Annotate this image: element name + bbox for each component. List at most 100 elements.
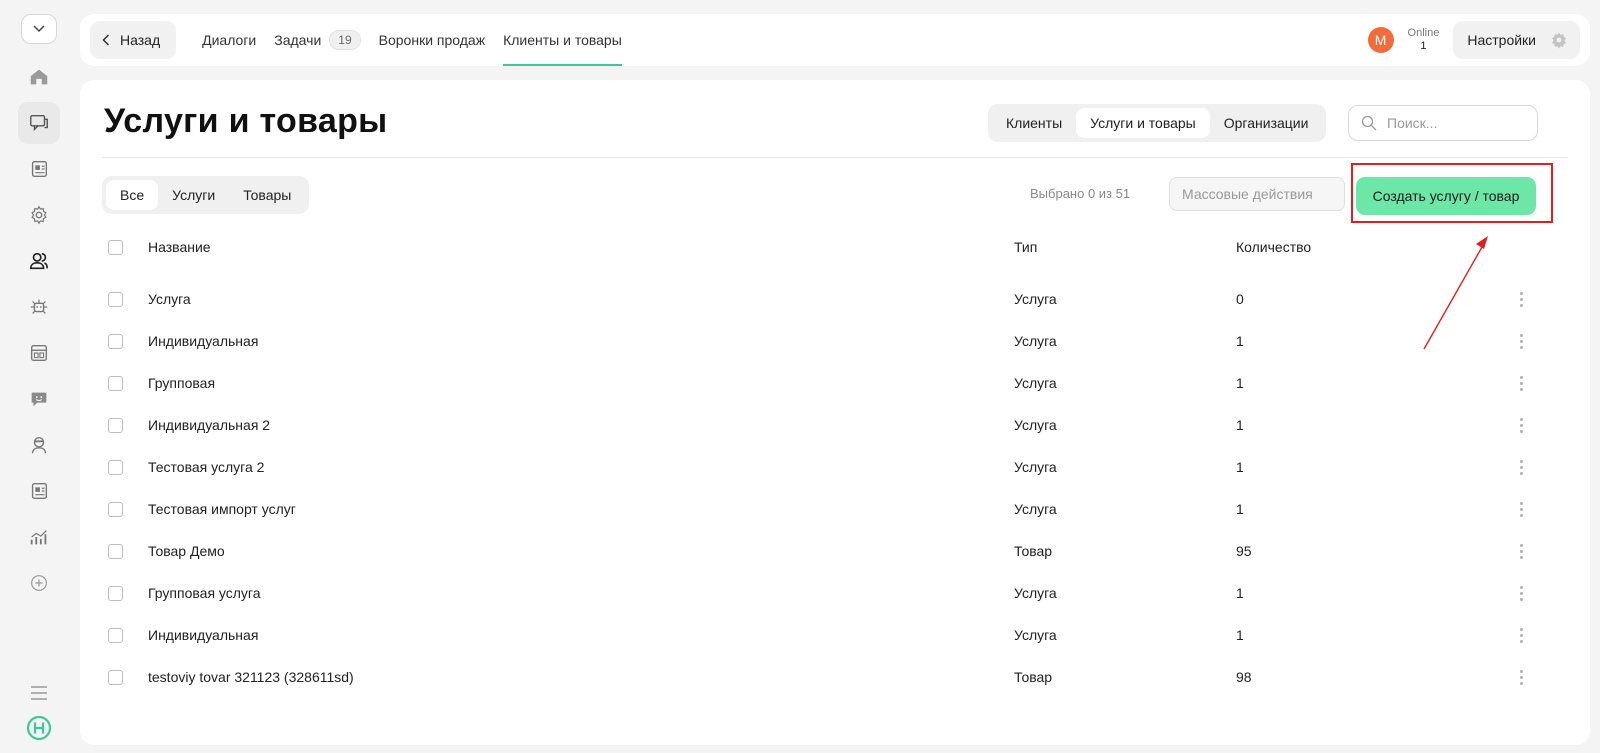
row-checkbox[interactable] — [108, 627, 123, 643]
back-button[interactable]: Назад — [90, 21, 177, 59]
chevron-down-icon — [33, 25, 45, 33]
sidebar-item-news[interactable] — [18, 148, 60, 190]
sidebar-item-settings[interactable] — [18, 194, 60, 236]
analytics-icon — [30, 530, 47, 545]
nav-sales-funnels-label: Воронки продаж — [378, 32, 486, 48]
row-checkbox[interactable] — [108, 501, 123, 517]
table-row[interactable]: Индивидуальная 2 Услуга 1 — [102, 404, 1568, 446]
back-button-label: Назад — [120, 32, 161, 48]
row-name: Групповая услуга — [148, 585, 261, 601]
bot-icon — [30, 299, 48, 314]
sidebar-item-support[interactable] — [18, 378, 60, 420]
section-tabs: Клиенты Услуги и товары Организации — [988, 104, 1327, 142]
row-type: Товар — [1014, 543, 1053, 559]
row-checkbox[interactable] — [108, 585, 123, 601]
row-more-icon[interactable] — [1520, 375, 1524, 391]
top-nav: Диалоги Задачи 19 Воронки продаж Клиенты … — [202, 14, 622, 66]
support-icon — [31, 392, 47, 407]
row-checkbox[interactable] — [108, 417, 123, 433]
row-type: Услуга — [1014, 627, 1057, 643]
menu-icon[interactable] — [29, 685, 49, 701]
tab-services-products[interactable]: Услуги и товары — [1076, 108, 1210, 138]
table-row[interactable]: Тестовая услуга 2 Услуга 1 — [102, 446, 1568, 488]
sidebar-item-clients[interactable] — [18, 240, 60, 282]
table-row[interactable]: Индивидуальная Услуга 1 — [102, 614, 1568, 656]
sidebar-item-dialogs[interactable] — [18, 102, 60, 144]
table-row[interactable]: Товар Демо Товар 95 — [102, 530, 1568, 572]
sidebar-item-news-2[interactable] — [18, 470, 60, 512]
mass-actions-select[interactable]: Массовые действия — [1169, 177, 1345, 211]
table-row[interactable]: Услуга Услуга 0 — [102, 278, 1568, 320]
column-header-type: Тип — [1014, 239, 1038, 255]
table-row[interactable]: testoviy tovar 321123 (328611sd) Товар 98 — [102, 656, 1568, 698]
gear-icon — [1552, 32, 1566, 49]
row-qty: 1 — [1236, 459, 1244, 475]
avatar[interactable]: M — [1367, 27, 1394, 53]
settings-button-label: Настройки — [1467, 32, 1536, 48]
row-more-icon[interactable] — [1520, 585, 1524, 601]
row-more-icon[interactable] — [1520, 669, 1524, 685]
row-checkbox[interactable] — [108, 459, 123, 475]
nav-sales-funnels[interactable]: Воронки продаж — [379, 14, 485, 66]
row-more-icon[interactable] — [1520, 459, 1524, 475]
row-type: Услуга — [1014, 585, 1057, 601]
tab-clients[interactable]: Клиенты — [992, 108, 1076, 138]
row-more-icon[interactable] — [1520, 291, 1524, 307]
sidebar-item-bots[interactable] — [18, 286, 60, 328]
table-row[interactable]: Индивидуальная Услуга 1 — [102, 320, 1568, 362]
brand-logo-icon[interactable] — [26, 715, 52, 741]
table-row[interactable]: Групповая услуга Услуга 1 — [102, 572, 1568, 614]
table-row[interactable]: Тестовая импорт услуг Услуга 1 — [102, 488, 1568, 530]
search-box[interactable] — [1348, 105, 1538, 141]
row-checkbox[interactable] — [108, 669, 123, 685]
row-qty: 0 — [1236, 291, 1244, 307]
nav-clients-products[interactable]: Клиенты и товары — [503, 14, 622, 66]
filter-products[interactable]: Товары — [229, 180, 305, 210]
row-name: Индивидуальная — [148, 333, 259, 349]
row-qty: 1 — [1236, 627, 1244, 643]
row-type: Услуга — [1014, 291, 1057, 307]
filter-all[interactable]: Все — [106, 180, 159, 210]
sidebar-collapse-button[interactable] — [21, 14, 57, 44]
table-header: Название Тип Количество — [102, 226, 1568, 268]
settings-button[interactable]: Настройки — [1453, 21, 1580, 59]
row-checkbox[interactable] — [108, 543, 123, 559]
nav-clients-products-label: Клиенты и товары — [503, 32, 622, 48]
row-checkbox[interactable] — [108, 291, 123, 307]
sidebar-item-home[interactable] — [18, 56, 60, 98]
sidebar-item-dashboard[interactable] — [18, 332, 60, 374]
row-name: testoviy tovar 321123 (328611sd) — [148, 669, 354, 685]
news-icon — [31, 160, 48, 178]
search-input[interactable] — [1387, 115, 1517, 131]
row-more-icon[interactable] — [1520, 627, 1524, 643]
row-checkbox[interactable] — [108, 375, 123, 391]
row-more-icon[interactable] — [1520, 417, 1524, 433]
row-qty: 1 — [1236, 333, 1244, 349]
select-all-checkbox[interactable] — [108, 239, 123, 255]
dashboard-icon — [30, 344, 48, 362]
sidebar — [0, 0, 78, 753]
sidebar-item-analytics[interactable] — [18, 516, 60, 558]
column-header-name: Название — [148, 239, 211, 255]
nav-tasks-label: Задачи — [274, 32, 322, 48]
row-name: Тестовая импорт услуг — [148, 501, 296, 517]
sidebar-item-operators[interactable] — [18, 424, 60, 466]
nav-dialogs-label: Диалоги — [202, 32, 257, 48]
row-more-icon[interactable] — [1520, 333, 1524, 349]
filter-services[interactable]: Услуги — [158, 180, 229, 210]
row-more-icon[interactable] — [1520, 501, 1524, 517]
table-body: Услуга Услуга 0 Индивидуальная Услуга 1 Группо… — [102, 278, 1568, 698]
sidebar-item-add[interactable] — [18, 562, 60, 604]
row-name: Тестовая услуга 2 — [148, 459, 265, 475]
top-bar: Назад Диалоги Задачи 19 Воронки продаж Кл… — [80, 14, 1590, 66]
row-more-icon[interactable] — [1520, 543, 1524, 559]
nav-tasks[interactable]: Задачи 19 — [274, 14, 361, 66]
nav-dialogs[interactable]: Диалоги — [202, 14, 256, 66]
tasks-count-badge: 19 — [329, 30, 361, 50]
tab-organizations[interactable]: Организации — [1210, 108, 1323, 138]
online-count: 1 — [1420, 40, 1427, 52]
table-row[interactable]: Групповая Услуга 1 — [102, 362, 1568, 404]
row-type: Услуга — [1014, 375, 1057, 391]
row-checkbox[interactable] — [108, 333, 123, 349]
header-divider — [102, 157, 1568, 158]
